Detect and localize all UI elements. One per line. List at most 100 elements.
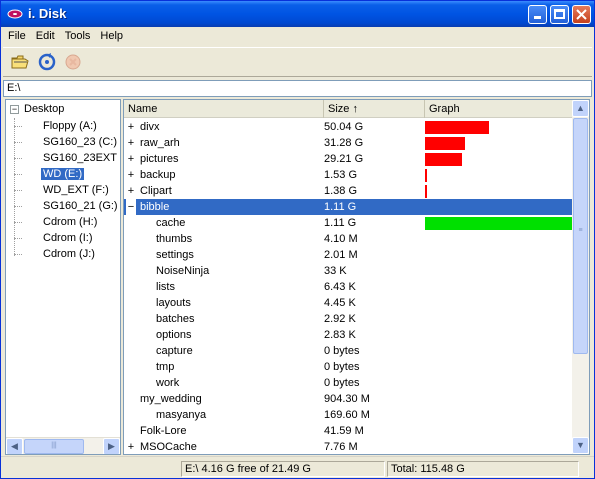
open-button[interactable]	[8, 52, 32, 74]
row-size: 2.01 M	[324, 249, 358, 261]
list-row[interactable]: settings 2.01 M	[124, 247, 574, 263]
expand-icon[interactable]: +	[126, 439, 136, 454]
row-graph	[425, 231, 573, 247]
list-row[interactable]: Folk-Lore 41.59 M	[124, 423, 574, 439]
row-size: 4.10 M	[324, 233, 358, 245]
expand-icon[interactable]: +	[126, 167, 136, 183]
cell-name: Folk-Lore	[124, 423, 323, 439]
menu-tools[interactable]: Tools	[60, 28, 96, 42]
path-field[interactable]: E:\	[3, 80, 592, 97]
row-name: Folk-Lore	[140, 425, 187, 437]
column-name[interactable]: Name	[124, 100, 324, 118]
refresh-button[interactable]	[35, 52, 59, 74]
list-row[interactable]: − bibble 1.11 G	[124, 199, 574, 215]
tree-item[interactable]: WD_EXT (F:)	[14, 182, 120, 198]
row-graph	[425, 263, 573, 279]
tree-item[interactable]: SG160_23EXT (I	[14, 150, 121, 166]
cell-name: + MSOCache	[124, 439, 323, 454]
menu-file[interactable]: File	[3, 28, 31, 42]
cell-name: layouts	[124, 295, 323, 311]
row-size: 0 bytes	[324, 361, 360, 373]
tree-items: Floppy (A:) SG160_23 (C:) SG160_23EXT (I WD…	[14, 118, 121, 262]
expand-icon[interactable]: +	[126, 183, 136, 199]
tree-item-label: Cdrom (J:)	[43, 248, 95, 260]
list-row[interactable]: cache 1.11 G	[124, 215, 574, 231]
list-vertical-scrollbar[interactable]: ▲ ≡ ▼	[572, 100, 589, 454]
list-row[interactable]: masyanya 169.60 M	[124, 407, 574, 423]
row-name: lists	[156, 281, 175, 293]
list-row[interactable]: NoiseNinja 33 K	[124, 263, 574, 279]
row-name: raw_arh	[140, 137, 180, 149]
list-row[interactable]: + raw_arh 31.28 G	[124, 135, 574, 151]
tree-item[interactable]: WD (E:)	[14, 166, 120, 182]
list-row[interactable]: my_wedding 904.30 M	[124, 391, 574, 407]
list-row[interactable]: + MSOCache 7.76 M	[124, 439, 574, 454]
tree-item[interactable]: Cdrom (J:)	[14, 246, 120, 262]
scroll-down-icon[interactable]: ▼	[572, 437, 589, 454]
cell-name: cache	[124, 215, 323, 231]
collapse-icon[interactable]: −	[126, 199, 136, 215]
list-row[interactable]: work 0 bytes	[124, 375, 574, 391]
cell-name: NoiseNinja	[124, 263, 323, 279]
size-bar	[425, 121, 489, 134]
list-row[interactable]: batches 2.92 K	[124, 311, 574, 327]
title-bar[interactable]: i. Disk	[1, 1, 594, 27]
list-row[interactable]: + Clipart 1.38 G	[124, 183, 574, 199]
expand-icon[interactable]: +	[126, 135, 136, 151]
scroll-right-icon[interactable]: ▶	[103, 438, 120, 454]
scroll-thumb[interactable]: |||	[24, 439, 84, 454]
tree-item[interactable]: SG160_21 (G:)	[14, 198, 120, 214]
folder-list[interactable]: Name Size ↑ Graph + divx 50.04 G + raw_arh 31…	[123, 99, 590, 455]
column-graph[interactable]: Graph	[425, 100, 574, 118]
scroll-left-icon[interactable]: ◀	[6, 438, 23, 454]
list-row[interactable]: + divx 50.04 G	[124, 119, 574, 135]
list-row[interactable]: thumbs 4.10 M	[124, 231, 574, 247]
row-name: tmp	[156, 361, 175, 373]
scroll-up-icon[interactable]: ▲	[572, 100, 589, 117]
folder-tree[interactable]: − Desktop Floppy (A:) SG160_23 (C:) SG160_…	[5, 99, 121, 455]
expand-icon[interactable]: +	[126, 151, 136, 167]
size-bar	[425, 169, 427, 182]
row-size: 6.43 K	[324, 281, 356, 293]
size-bar	[425, 217, 573, 230]
tree-item[interactable]: Cdrom (I:)	[14, 230, 120, 246]
list-row[interactable]: lists 6.43 K	[124, 279, 574, 295]
scroll-thumb[interactable]: ≡	[573, 118, 588, 354]
collapse-icon[interactable]: −	[10, 105, 19, 114]
row-size: 29.21 G	[324, 153, 364, 165]
row-size: 0 bytes	[324, 377, 360, 389]
close-button[interactable]	[572, 5, 591, 24]
disk-app-icon	[7, 8, 23, 20]
row-name: options	[156, 329, 192, 341]
menu-edit[interactable]: Edit	[31, 28, 60, 42]
tree-item[interactable]: SG160_23 (C:)	[14, 134, 120, 150]
maximize-button[interactable]	[550, 5, 569, 24]
cell-name: + Clipart	[124, 183, 323, 199]
list-row[interactable]: + backup 1.53 G	[124, 167, 574, 183]
row-name: backup	[140, 169, 176, 181]
tree-item[interactable]: Cdrom (H:)	[14, 214, 120, 230]
row-name: masyanya	[156, 409, 207, 421]
row-name: NoiseNinja	[156, 265, 210, 277]
row-graph	[425, 359, 573, 375]
stop-button[interactable]	[61, 52, 85, 74]
list-row[interactable]: tmp 0 bytes	[124, 359, 574, 375]
row-size: 1.11 G	[324, 217, 357, 229]
list-row[interactable]: capture 0 bytes	[124, 343, 574, 359]
row-name: bibble	[139, 199, 171, 215]
row-name: settings	[156, 249, 194, 261]
menu-help[interactable]: Help	[95, 28, 128, 42]
column-size[interactable]: Size ↑	[324, 100, 425, 118]
cell-name: my_wedding	[124, 391, 323, 407]
list-row[interactable]: layouts 4.45 K	[124, 295, 574, 311]
expand-icon[interactable]: +	[126, 119, 136, 135]
tree-item[interactable]: Floppy (A:)	[14, 118, 120, 134]
row-graph	[425, 183, 573, 199]
tree-item-label: SG160_23EXT (I	[43, 152, 121, 164]
list-row[interactable]: + pictures 29.21 G	[124, 151, 574, 167]
row-size: 1.53 G	[324, 169, 358, 181]
minimize-button[interactable]	[528, 5, 547, 24]
tree-horizontal-scrollbar[interactable]: ◀ ||| ▶	[6, 437, 120, 454]
list-row[interactable]: options 2.83 K	[124, 327, 574, 343]
row-name: Clipart	[140, 185, 172, 197]
